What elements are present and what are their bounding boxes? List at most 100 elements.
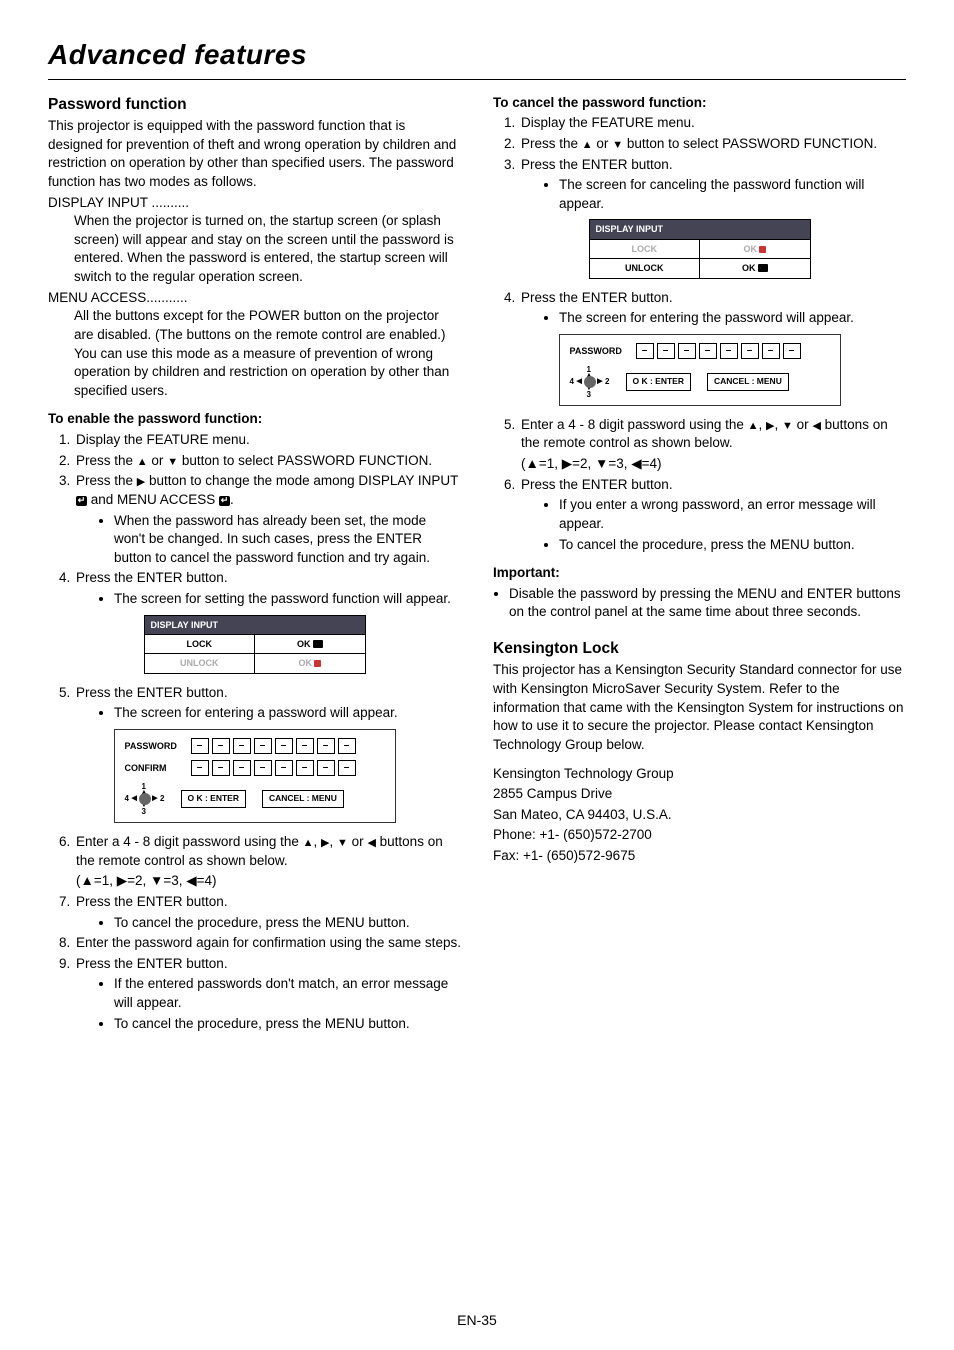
step-4: Press the ENTER button. The screen for s… [74,569,461,608]
heading-kensington: Kensington Lock [493,638,906,659]
fig1-unlock: UNLOCK [145,653,255,672]
enter-icon: ↵ [219,496,230,506]
cstep-5: Enter a 4 - 8 digit password using the ▲… [519,416,906,474]
stop-icon [314,660,321,667]
triangle-right-icon: ▶ [137,475,145,490]
step-1: Display the FEATURE menu. [74,431,461,450]
fig1-lock: LOCK [145,634,255,653]
cstep-2: Press the ▲ or ▼ button to select PASSWO… [519,135,906,154]
step-5-bullet-1: The screen for entering a password will … [114,704,461,723]
enable-steps-cont2: Enter a 4 - 8 digit password using the ▲… [48,833,461,1033]
fig2-cancel-menu: CANCEL : MENU [262,790,344,808]
fig2-confirm-label: CONFIRM [125,762,183,774]
triangle-down-icon: ▼ [612,138,623,153]
enter-icon: ↵ [76,496,87,506]
triangle-right-icon: ▶ [766,419,774,434]
cstep-1: Display the FEATURE menu. [519,114,906,133]
enable-steps-cont: Press the ENTER button. The screen for e… [48,684,461,723]
heading-important: Important: [493,564,906,583]
figure-display-input-lock: DISPLAY INPUT LOCK OK UNLOCK OK [48,615,461,674]
step-2: Press the ▲ or ▼ button to select PASSWO… [74,452,461,471]
dpad-icon: 1 2 3 4 ▲ ▶ ▼ ◀ [570,365,610,399]
addr-line-3: San Mateo, CA 94403, U.S.A. [493,806,906,825]
addr-line-5: Fax: +1- (650)572-9675 [493,847,906,866]
fig4-password-boxes: –––––––– [636,343,801,359]
display-input-body: When the projector is turned on, the sta… [48,212,461,287]
enter-icon [313,640,323,648]
triangle-up-icon: ▲ [137,455,148,470]
step-9-bullet-2: To cancel the procedure, press the MENU … [114,1015,461,1034]
step-5: Press the ENTER button. The screen for e… [74,684,461,723]
step-8: Enter the password again for confirmatio… [74,934,461,953]
fig3-unlock: UNLOCK [590,258,700,277]
menu-access-body: All the buttons except for the POWER but… [48,307,461,400]
figure-display-input-unlock: DISPLAY INPUT LOCK OK UNLOCK OK [493,219,906,278]
menu-access-def: MENU ACCESS........... [48,289,461,308]
cstep-5-mapping: (▲=1, ▶=2, ▼=3, ◀=4) [521,455,906,474]
cstep-6-bullet-1: If you enter a wrong password, an error … [559,496,906,533]
dpad-icon: 1 2 3 4 ▲ ▶ ▼ ◀ [125,782,165,816]
triangle-right-icon: ▶ [321,836,329,851]
cstep-3: Press the ENTER button. The screen for c… [519,156,906,214]
enable-steps: Display the FEATURE menu. Press the ▲ or… [48,431,461,609]
column-right: To cancel the password function: Display… [493,90,906,1038]
fig2-password-label: PASSWORD [125,740,183,752]
enter-icon [758,264,768,272]
cstep-6: Press the ENTER button. If you enter a w… [519,476,906,555]
cstep-4-bullet-1: The screen for entering the password wil… [559,309,906,328]
addr-line-2: 2855 Campus Drive [493,785,906,804]
page-number: EN-35 [0,1311,954,1330]
fig2-confirm-boxes: –––––––– [191,760,356,776]
step-9: Press the ENTER button. If the entered p… [74,955,461,1034]
step-3: Press the ▶ button to change the mode am… [74,472,461,567]
fig1-lock-ok: OK [254,634,365,653]
step-9-bullet-1: If the entered passwords don't match, an… [114,975,461,1012]
fig4-password-label: PASSWORD [570,345,628,357]
fig4-cancel-menu: CANCEL : MENU [707,373,789,391]
triangle-left-icon: ◀ [367,836,375,851]
step-4-bullet-1: The screen for setting the password func… [114,590,461,609]
fig4-ok-enter: O K : ENTER [626,373,691,391]
triangle-down-icon: ▼ [167,455,178,470]
cancel-steps-cont2: Enter a 4 - 8 digit password using the ▲… [493,416,906,554]
fig1-header: DISPLAY INPUT [145,616,365,634]
step-6-mapping: (▲=1, ▶=2, ▼=3, ◀=4) [76,872,461,891]
column-left: Password function This projector is equi… [48,90,461,1038]
display-input-lead: DISPLAY INPUT .......... [48,195,189,210]
triangle-down-icon: ▼ [782,419,793,434]
cstep-4: Press the ENTER button. The screen for e… [519,289,906,328]
triangle-left-icon: ◀ [812,419,820,434]
step-7: Press the ENTER button. To cancel the pr… [74,893,461,932]
addr-line-1: Kensington Technology Group [493,765,906,784]
stop-icon [759,246,766,253]
important-bullet-1: Disable the password by pressing the MEN… [509,585,906,622]
triangle-up-icon: ▲ [748,419,759,434]
figure-password-only: PASSWORD –––––––– 1 2 3 4 ▲ ▶ ▼ ◀ O K : … [559,334,841,406]
page-title: Advanced features [48,36,906,75]
triangle-up-icon: ▲ [582,138,593,153]
cancel-steps: Display the FEATURE menu. Press the ▲ or… [493,114,906,213]
step-3-bullets: When the password has already been set, … [76,512,461,568]
display-input-def: DISPLAY INPUT .......... [48,194,461,213]
heading-enable: To enable the password function: [48,410,461,429]
fig3-lock: LOCK [590,239,700,258]
addr-line-4: Phone: +1- (650)572-2700 [493,826,906,845]
cancel-steps-cont: Press the ENTER button. The screen for e… [493,289,906,328]
heading-password-function: Password function [48,94,461,115]
step-3-bullet-1: When the password has already been set, … [114,512,461,568]
cstep-6-bullet-2: To cancel the procedure, press the MENU … [559,536,906,555]
step-7-bullet-1: To cancel the procedure, press the MENU … [114,914,461,933]
fig3-header: DISPLAY INPUT [590,220,810,238]
fig2-ok-enter: O K : ENTER [181,790,246,808]
content-columns: Password function This projector is equi… [48,90,906,1038]
triangle-down-icon: ▼ [337,836,348,851]
figure-password-confirm: PASSWORD –––––––– CONFIRM –––––––– 1 2 3… [114,729,396,823]
step-6: Enter a 4 - 8 digit password using the ▲… [74,833,461,891]
intro-paragraph: This projector is equipped with the pass… [48,117,461,192]
fig3-lock-ok: OK [699,239,810,258]
kensington-body: This projector has a Kensington Security… [493,661,906,754]
heading-cancel: To cancel the password function: [493,94,906,113]
menu-access-lead: MENU ACCESS........... [48,290,188,305]
fig2-password-boxes: –––––––– [191,738,356,754]
fig1-unlock-ok: OK [254,653,365,672]
